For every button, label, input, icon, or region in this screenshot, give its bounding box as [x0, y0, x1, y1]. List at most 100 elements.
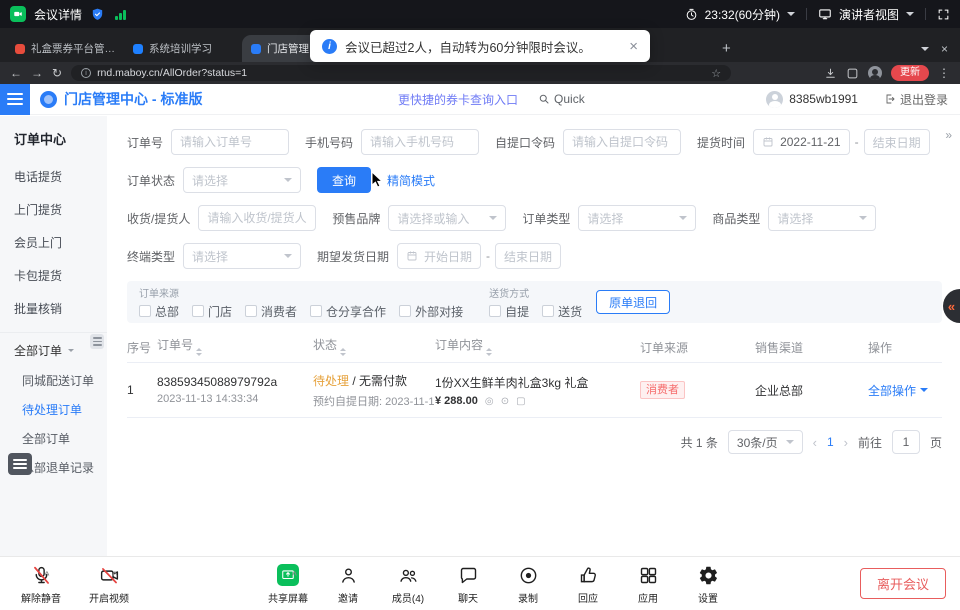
- checkbox-source-warehouse-share[interactable]: 仓分享合作: [310, 303, 386, 320]
- browser-profile-icon[interactable]: [868, 66, 882, 80]
- meeting-timer[interactable]: 23:32(60分钟): [705, 6, 780, 23]
- simple-mode-link[interactable]: 精简模式: [387, 172, 435, 189]
- browser-tab[interactable]: 礼盒票券平台管理中心: [6, 35, 124, 62]
- extensions-icon[interactable]: [846, 67, 859, 80]
- sort-icon[interactable]: [340, 345, 346, 359]
- expect-end-date-input[interactable]: 结束日期: [495, 243, 561, 269]
- timer-chevron-down-icon[interactable]: [787, 12, 795, 20]
- members-button[interactable]: 成员(4): [381, 562, 435, 605]
- collapse-filters-icon[interactable]: »: [945, 128, 951, 142]
- view-mode-selector[interactable]: 演讲者视图: [839, 6, 899, 23]
- sidebar-item-door-pickup[interactable]: 上门提货: [0, 193, 107, 226]
- tab-search-chevron-icon[interactable]: [921, 47, 929, 55]
- sidebar-item-card-pickup[interactable]: 卡包提货: [0, 259, 107, 292]
- browser-tab[interactable]: 系统培训学习: [124, 35, 242, 62]
- brand-select[interactable]: 请选择或输入: [388, 205, 506, 231]
- chevron-down-icon: [920, 388, 928, 396]
- apps-button[interactable]: 应用: [621, 562, 675, 605]
- page-size-select[interactable]: 30条/页: [728, 430, 803, 454]
- expect-start-date-input[interactable]: 开始日期: [397, 243, 481, 269]
- view-mode-chevron-down-icon[interactable]: [906, 12, 914, 20]
- all-actions-dropdown[interactable]: 全部操作: [868, 382, 928, 399]
- download-icon[interactable]: [824, 67, 837, 80]
- quick-search[interactable]: Quick: [538, 92, 585, 106]
- checkbox-source-hq[interactable]: 总部: [139, 303, 179, 320]
- order-tag-icon-1: ◎: [485, 396, 494, 407]
- checkbox-source-external[interactable]: 外部对接: [399, 303, 463, 320]
- chevron-up-icon[interactable]: ^: [112, 570, 117, 580]
- order-status-select[interactable]: 请选择: [183, 167, 301, 193]
- url-input[interactable]: i rnd.maboy.cn/AllOrder?status=1 ☆: [71, 65, 731, 81]
- sort-icon[interactable]: [486, 345, 492, 359]
- status-note: 预约自提日期: 2023-11-16: [313, 393, 429, 409]
- logout-button[interactable]: 退出登录: [884, 91, 948, 108]
- search-button[interactable]: 查询: [317, 167, 371, 193]
- leave-meeting-button[interactable]: 离开会议: [860, 568, 946, 599]
- goto-page-input[interactable]: [892, 430, 920, 454]
- chevron-down-icon: [489, 216, 497, 224]
- back-icon[interactable]: ←: [10, 67, 22, 79]
- checkbox-icon: [192, 305, 204, 317]
- chevron-down-icon: [786, 440, 794, 448]
- order-no-value: 83859345088979792a: [157, 375, 307, 389]
- checkbox-delivery-deliver[interactable]: 送货: [542, 303, 582, 320]
- original-order-return-button[interactable]: 原单退回: [596, 290, 670, 314]
- goods-type-select[interactable]: 请选择: [768, 205, 876, 231]
- bookmark-star-icon[interactable]: ☆: [711, 67, 721, 80]
- window-close-button[interactable]: ×: [941, 42, 948, 56]
- share-screen-button[interactable]: ^ 共享屏幕: [261, 562, 315, 605]
- order-type-select[interactable]: 请选择: [578, 205, 696, 231]
- header-status[interactable]: 状态: [313, 336, 435, 359]
- current-page[interactable]: 1: [827, 435, 834, 449]
- sidebar-item-city-delivery-orders[interactable]: 同城配送订单: [0, 366, 107, 395]
- record-button[interactable]: 录制: [501, 562, 555, 605]
- chevron-up-icon[interactable]: ^: [44, 570, 49, 580]
- sidebar-item-all-orders[interactable]: 全部订单: [0, 424, 107, 453]
- header-order-no[interactable]: 订单号: [157, 336, 313, 359]
- browser-update-button[interactable]: 更新: [891, 65, 929, 81]
- user-avatar[interactable]: [766, 91, 783, 108]
- cell-action: 全部操作: [868, 382, 942, 399]
- hamburger-menu-button[interactable]: [0, 84, 30, 115]
- reaction-button[interactable]: 回应: [561, 562, 615, 605]
- reload-icon[interactable]: ↻: [52, 67, 62, 79]
- meeting-toolbar: ^ 解除静音 ^ 开启视频: [0, 556, 960, 610]
- sidebar-drag-handle[interactable]: [90, 334, 104, 349]
- next-page-button[interactable]: ›: [844, 435, 848, 450]
- start-video-button[interactable]: ^ 开启视频: [82, 562, 136, 605]
- new-tab-button[interactable]: +: [722, 40, 731, 57]
- prev-page-button[interactable]: ‹: [813, 435, 817, 450]
- checkbox-source-store[interactable]: 门店: [192, 303, 232, 320]
- phone-input[interactable]: [361, 129, 479, 155]
- header-content[interactable]: 订单内容: [435, 336, 640, 359]
- sort-icon[interactable]: [196, 345, 202, 359]
- browser-menu-icon[interactable]: ⋮: [938, 67, 950, 79]
- pickup-code-input[interactable]: [563, 129, 681, 155]
- floating-list-button[interactable]: [8, 453, 32, 475]
- fullscreen-icon[interactable]: [937, 8, 950, 21]
- unmute-button[interactable]: ^ 解除静音: [14, 562, 68, 605]
- invite-button[interactable]: 邀请: [321, 562, 375, 605]
- site-info-icon[interactable]: i: [81, 68, 91, 78]
- checkbox-source-consumer[interactable]: 消费者: [245, 303, 297, 320]
- sidebar-item-batch-verify[interactable]: 批量核销: [0, 292, 107, 325]
- receiver-input[interactable]: [198, 205, 316, 231]
- toast-close-icon[interactable]: ×: [629, 38, 638, 55]
- forward-icon[interactable]: →: [31, 67, 43, 79]
- coupon-query-link[interactable]: 更快捷的券卡查询入口: [398, 91, 518, 108]
- chat-button[interactable]: 聊天: [441, 562, 495, 605]
- sidebar-item-pending-orders[interactable]: 待处理订单: [0, 395, 107, 424]
- sidebar-item-member-visit[interactable]: 会员上门: [0, 226, 107, 259]
- checkbox-delivery-pickup[interactable]: 自提: [489, 303, 529, 320]
- pickup-end-date-input[interactable]: 结束日期: [864, 129, 930, 155]
- settings-button[interactable]: 设置: [681, 562, 735, 605]
- meeting-details-link[interactable]: 会议详情: [34, 6, 82, 23]
- terminal-type-select[interactable]: 请选择: [183, 243, 301, 269]
- checkbox-icon: [310, 305, 322, 317]
- order-no-input[interactable]: [171, 129, 289, 155]
- filter-row-3: 收货/提货人 预售品牌 请选择或输入 订单类型 请选择: [127, 205, 942, 231]
- apps-grid-icon: [638, 565, 659, 586]
- pickup-start-date-input[interactable]: 2022-11-21: [753, 129, 850, 155]
- sidebar-item-phone-pickup[interactable]: 电话提货: [0, 160, 107, 193]
- chevron-up-icon[interactable]: ^: [292, 570, 297, 580]
